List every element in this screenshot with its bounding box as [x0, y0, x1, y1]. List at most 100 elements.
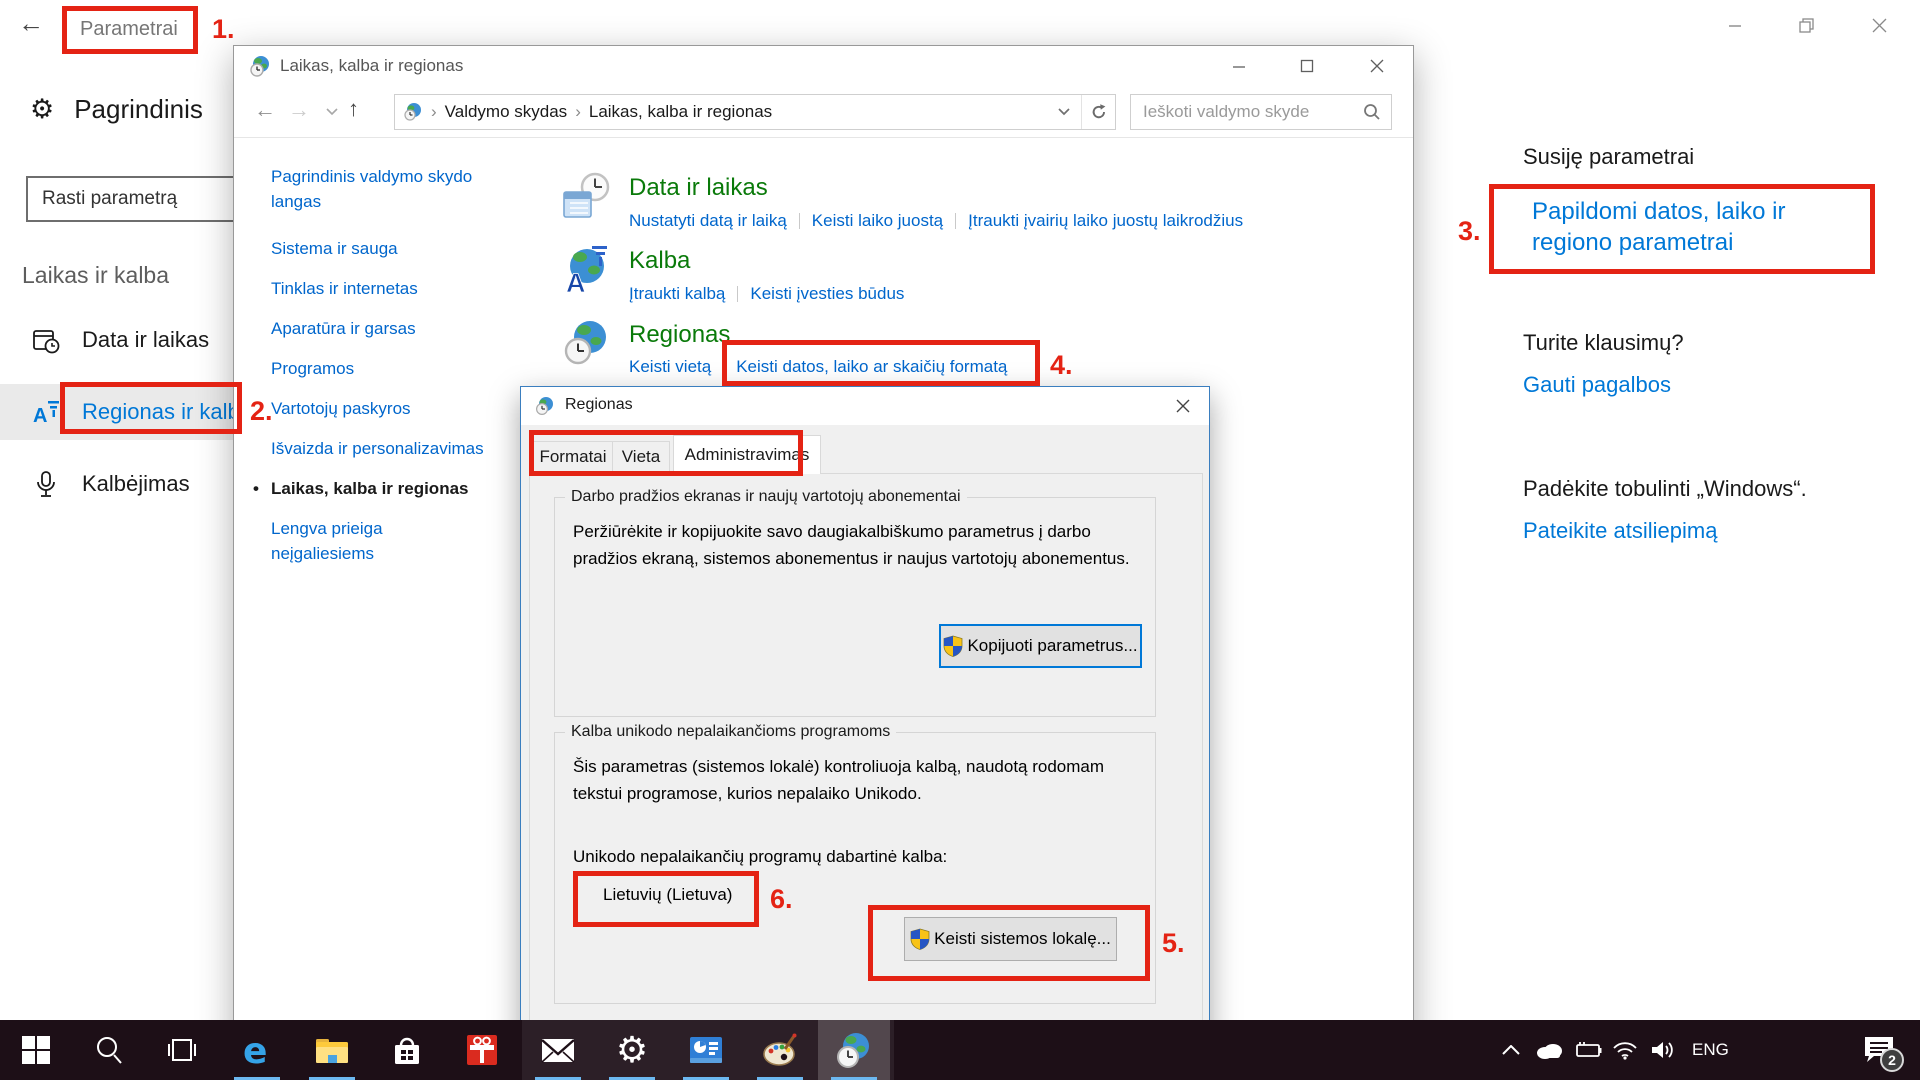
taskbar-settings-button[interactable]: ⚙	[596, 1020, 668, 1080]
gift-icon	[464, 1032, 500, 1068]
breadcrumb-item-current[interactable]: Laikas, kalba ir regionas	[589, 102, 772, 122]
up-arrow-icon[interactable]: ↑	[348, 98, 359, 120]
close-button[interactable]	[1856, 10, 1902, 40]
windows-logo-icon	[21, 1035, 51, 1065]
cp-link-add-clocks[interactable]: Įtraukti įvairių laiko juostų laikrodžiu…	[968, 211, 1243, 231]
onedrive-cloud-icon[interactable]	[1530, 1020, 1568, 1080]
annotation-label-4: 4.	[1050, 350, 1073, 381]
uac-shield-icon	[943, 635, 963, 657]
cp-nav-clock-language-region[interactable]: Laikas, kalba ir regionas	[271, 476, 486, 501]
microphone-icon	[32, 470, 60, 498]
notification-badge: 2	[1880, 1048, 1904, 1072]
cp-section-title-date-time: Data ir laikas	[629, 174, 768, 202]
get-help-link[interactable]: Gauti pagalbos	[1523, 372, 1671, 398]
wifi-icon[interactable]	[1606, 1020, 1644, 1080]
taskbar-region-window-button[interactable]	[818, 1020, 890, 1080]
taskbar-mail-button[interactable]	[522, 1020, 594, 1080]
maximize-button[interactable]	[1284, 46, 1330, 86]
dialog-titlebar[interactable]: Regionas	[521, 387, 1209, 425]
cp-nav-appearance[interactable]: Išvaizda ir personalizavimas	[271, 436, 486, 461]
questions-header: Turite klausimų?	[1523, 330, 1684, 356]
copy-settings-button[interactable]: Kopijuoti parametrus...	[939, 624, 1142, 668]
cp-link-add-language[interactable]: Įtraukti kalbą	[629, 284, 725, 304]
tray-chevron-up-icon[interactable]	[1492, 1020, 1530, 1080]
svg-text:A: A	[33, 405, 47, 426]
back-arrow-icon[interactable]: ←	[18, 8, 44, 39]
language-indicator[interactable]: ENG	[1682, 1040, 1739, 1060]
region-clock-icon	[562, 318, 612, 368]
minimize-button[interactable]	[1712, 10, 1758, 40]
taskbar-edge-button[interactable]: e	[221, 1020, 293, 1080]
cp-search-input[interactable]: Ieškoti valdymo skyde	[1130, 94, 1392, 130]
taskbar-paint-button[interactable]	[744, 1020, 816, 1080]
volume-icon[interactable]	[1644, 1020, 1682, 1080]
taskbar-get-office-button[interactable]	[446, 1020, 518, 1080]
cp-link-change-timezone[interactable]: Keisti laiko juostą	[812, 211, 943, 231]
annotation-box-5	[868, 905, 1150, 981]
search-icon	[94, 1035, 124, 1065]
mail-icon	[540, 1035, 576, 1065]
cp-nav-programs[interactable]: Programos	[271, 356, 486, 381]
taskbar: e	[0, 1020, 1920, 1080]
cp-titlebar[interactable]: Laikas, kalba ir regionas	[234, 46, 1413, 86]
breadcrumb-item-control-panel[interactable]: Valdymo skydas	[445, 102, 568, 122]
breadcrumb[interactable]: › Valdymo skydas › Laikas, kalba ir regi…	[394, 94, 1116, 130]
taskbar-file-explorer-button[interactable]	[296, 1020, 368, 1080]
annotation-label-2: 2.	[250, 396, 273, 427]
close-button[interactable]	[1354, 46, 1400, 86]
sidebar-item-home[interactable]: ⚙ Pagrindinis	[30, 94, 203, 125]
current-language-label: Unikodo nepalaikančių programų dabartinė…	[573, 843, 1139, 870]
taskbar-report-app-button[interactable]	[670, 1020, 742, 1080]
cp-section-links: Įtraukti kalbą Keisti įvesties būdus	[629, 284, 904, 304]
language-icon: A	[32, 398, 60, 426]
forward-arrow-icon[interactable]: →	[288, 99, 310, 121]
cp-link-set-date-time[interactable]: Nustatyti datą ir laiką	[629, 211, 787, 231]
taskbar-store-button[interactable]	[371, 1020, 443, 1080]
cp-link-change-input-methods[interactable]: Keisti įvesties būdus	[750, 284, 904, 304]
button-label: Kopijuoti parametrus...	[967, 636, 1137, 656]
related-settings-header: Susiję parametrai	[1523, 144, 1694, 170]
feedback-link[interactable]: Pateikite atsiliepimą	[1523, 518, 1717, 544]
refresh-button[interactable]	[1081, 95, 1115, 129]
svg-text:e: e	[243, 1031, 267, 1070]
search-icon	[1363, 103, 1381, 121]
task-view-icon	[166, 1036, 198, 1064]
group-title: Kalba unikodo nepalaikančioms programoms	[565, 723, 896, 741]
address-dropdown-button[interactable]	[1047, 95, 1081, 129]
minimize-button[interactable]	[1216, 46, 1262, 86]
action-center-button[interactable]: 2	[1862, 1034, 1896, 1066]
group-description: Šis parametras (sistemos lokalė) kontrol…	[573, 753, 1139, 807]
cp-nav-user-accounts[interactable]: Vartotojų paskyros	[271, 396, 486, 421]
cp-link-change-location[interactable]: Keisti vietą	[629, 357, 711, 377]
gear-icon: ⚙	[616, 1030, 648, 1071]
sidebar-section-header: Laikas ir kalba	[22, 262, 169, 289]
taskbar-search-button[interactable]	[73, 1020, 145, 1080]
annotation-box-3	[1489, 184, 1875, 274]
cp-nav-hardware-sound[interactable]: Aparatūra ir garsas	[271, 316, 486, 341]
restore-button[interactable]	[1784, 10, 1830, 40]
start-button[interactable]	[0, 1020, 72, 1080]
cp-nav-system-security[interactable]: Sistema ir sauga	[271, 236, 486, 261]
annotation-label-5: 5.	[1162, 928, 1185, 959]
improve-windows-header: Padėkite tobulinti „Windows“.	[1523, 476, 1807, 502]
report-tile-icon	[688, 1033, 724, 1067]
battery-icon[interactable]	[1568, 1020, 1606, 1080]
cp-nav-ease-of-access[interactable]: Lengva prieiga neįgaliesiems	[271, 516, 486, 566]
region-clock-icon	[403, 102, 423, 122]
back-arrow-icon[interactable]: ←	[254, 99, 276, 121]
cp-nav-home[interactable]: Pagrindinis valdymo skydo langas	[271, 164, 486, 214]
close-button[interactable]	[1157, 388, 1209, 423]
calendar-clock-icon	[32, 326, 60, 354]
region-clock-icon	[834, 1030, 874, 1070]
sidebar-item-label: Kalbėjimas	[82, 471, 190, 497]
breadcrumb-chevron: ›	[423, 102, 445, 122]
cp-nav-network-internet[interactable]: Tinklas ir internetas	[271, 276, 486, 301]
cp-search-placeholder: Ieškoti valdymo skyde	[1143, 102, 1363, 122]
region-clock-icon	[535, 396, 555, 416]
task-view-button[interactable]	[146, 1020, 218, 1080]
history-chevron-icon[interactable]	[326, 108, 338, 116]
annotation-box-4	[722, 340, 1040, 386]
annotation-box-1	[62, 6, 198, 54]
annotation-label-3: 3.	[1458, 216, 1481, 247]
cp-section-title-language: Kalba	[629, 247, 690, 275]
